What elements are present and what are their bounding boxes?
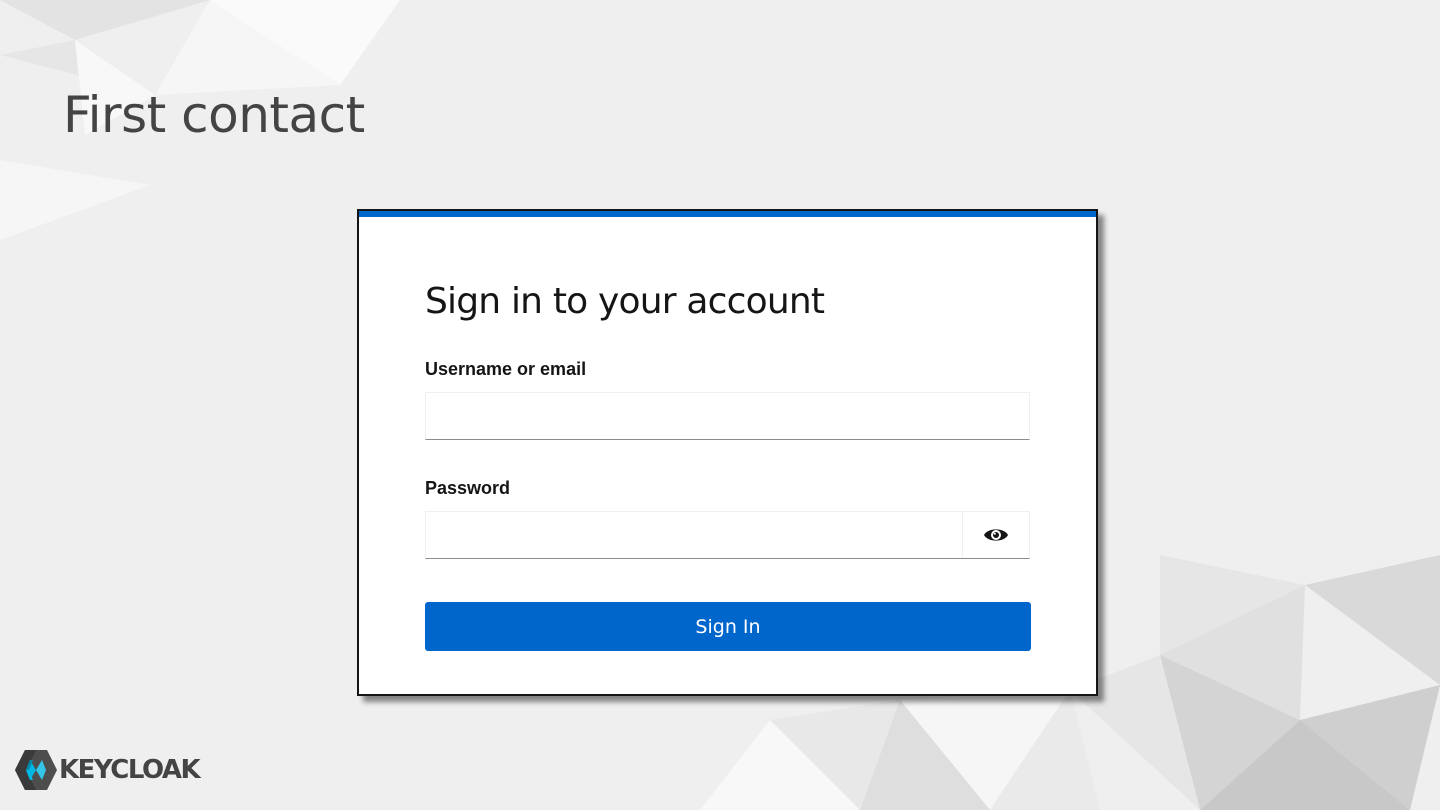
slide-title: First contact: [63, 86, 365, 144]
keycloak-logo-text: KEYCLOAK: [59, 755, 201, 785]
eye-icon: [984, 529, 1008, 541]
show-password-button[interactable]: [962, 512, 1029, 558]
username-input[interactable]: [425, 392, 1030, 440]
sign-in-button[interactable]: Sign In: [425, 602, 1031, 651]
keycloak-logo-icon: [15, 750, 57, 790]
password-input[interactable]: [426, 512, 962, 558]
password-label: Password: [425, 478, 511, 498]
username-label: Username or email: [425, 359, 587, 379]
login-heading: Sign in to your account: [425, 281, 825, 322]
card-accent-bar: [359, 211, 1096, 217]
keycloak-logo: KEYCLOAK: [14, 748, 201, 792]
login-card: Sign in to your account Username or emai…: [357, 209, 1098, 696]
password-field-group: [425, 511, 1030, 559]
